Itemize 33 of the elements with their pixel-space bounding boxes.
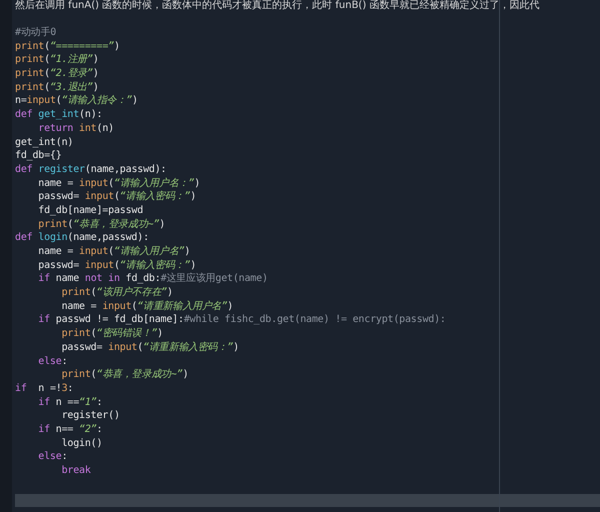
code-line: name = input(“请输入用户名：”) [37,176,202,190]
code-line: print(“1.注册”) [15,53,100,68]
code-line: print(“3.退出”) [15,80,100,94]
code-line: passwd= input(“请输入密码：”) [37,190,198,204]
code-line: n=input(“请输入指令：”) [15,94,139,108]
code-line: name = input(“请输入用户名”) [37,245,192,259]
code-line: else: [37,450,68,464]
code-line: fd_db={} [15,149,63,163]
code-line: def register(name,passwd): [15,162,168,177]
code-line: fd_db[name]=passwd [37,204,144,218]
code-line: return int(n) [37,122,115,136]
code-line: def get_int(n): [15,108,104,122]
code-line: if passwd != fd_db[name]:#while fishc_db.get(name) != encrypt(passwd): [37,313,447,328]
code-line: if n =!3: [15,382,74,396]
code-line: print(“该用户不存在”) [60,286,174,300]
code-line: if name not in fd_db:#这里应该用get(name) [37,272,269,286]
code-line: passwd= input(“请输入密码：”) [37,258,198,272]
code-line: print(“密码错误！”) [60,327,164,341]
code-line: if n ==“1”: [37,396,104,410]
code-line: break [60,464,92,478]
code-line: if n== “2”: [37,422,104,437]
code-line: passwd= input(“请重新输入密码：”) [60,340,240,354]
code-line: register() [60,409,121,423]
code-line: get_int(n) [15,136,74,150]
code-line: else: [37,354,68,368]
code-line: login() [60,436,104,450]
code-line: print(“恭喜，登录成功~”) [60,368,190,382]
code-line: name = input(“请重新输入用户名”) [60,300,234,314]
code-line: #动动手0 [15,26,58,40]
code-line: print(“=========”) [15,40,121,54]
code-line: print(“恭喜，登录成功~”) [37,218,166,232]
code-line: print(“2.登录”) [15,67,100,81]
code-line: def login(name,passwd): [15,231,150,245]
